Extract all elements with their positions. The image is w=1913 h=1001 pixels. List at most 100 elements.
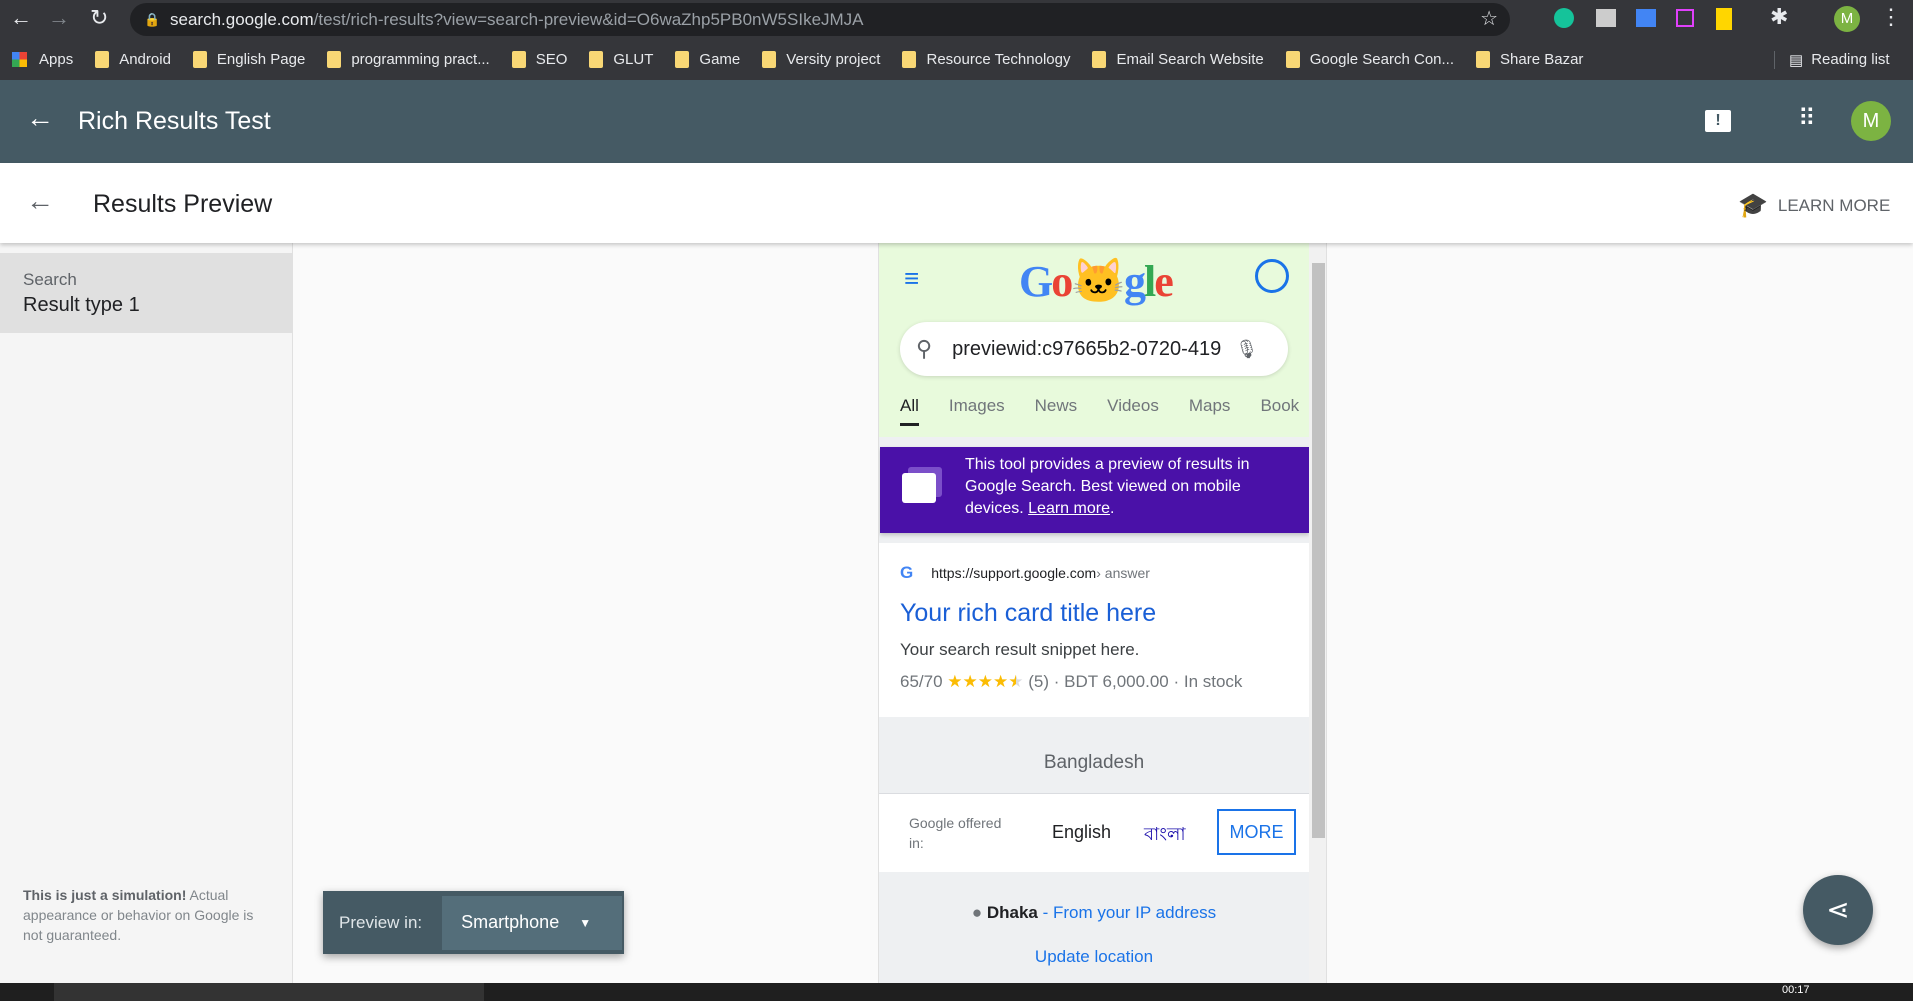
school-icon: 🎓 (1738, 192, 1768, 219)
browser-toolbar: ← → ↻ 🔒 search.google.com/test/rich-resu… (0, 0, 1913, 39)
extension-icon[interactable] (1596, 9, 1616, 27)
bookmark-label: SEO (535, 51, 568, 68)
bookmark-folder[interactable]: Share Bazar (1476, 51, 1583, 68)
results-preview-header: ← Results Preview 🎓 LEARN MORE (0, 163, 1913, 243)
scrollbar-thumb[interactable] (1312, 263, 1325, 838)
device-select[interactable]: Smartphone ▼ (442, 895, 623, 950)
preview-info-banner: This tool provides a preview of results … (880, 447, 1309, 533)
folder-icon (902, 51, 917, 68)
bookmark-label: Apps (39, 51, 74, 68)
menu-icon[interactable]: ⋮ (1880, 4, 1902, 30)
rating-stars-icon: ★★★★ (947, 672, 1009, 691)
feedback-icon[interactable]: ! (1705, 110, 1731, 132)
availability: · In stock (1173, 672, 1243, 691)
back-arrow-icon[interactable]: ← (26, 102, 54, 134)
location-dot-icon: ● (971, 903, 983, 922)
back-arrow-icon[interactable]: ← (26, 185, 54, 217)
app-title: Rich Results Test (78, 107, 271, 135)
bookmark-folder[interactable]: English Page (192, 51, 305, 68)
extension-icon[interactable] (1676, 9, 1694, 27)
back-icon[interactable]: ← (10, 5, 32, 31)
bookmark-label: Share Bazar (1500, 51, 1584, 68)
tab-maps[interactable]: Maps (1189, 396, 1231, 426)
translate-extension-icon[interactable] (1636, 9, 1656, 27)
search-query[interactable]: previewid:c97665b2-0720-419 (952, 338, 1221, 361)
bookmark-apps[interactable]: Apps (12, 51, 73, 68)
tab-all[interactable]: All (900, 396, 919, 426)
forward-icon[interactable]: → (48, 5, 70, 31)
bookmark-folder[interactable]: Google Search Con... (1285, 51, 1454, 68)
bookmark-label: GLUT (613, 51, 654, 68)
result-url[interactable]: https://support.google.com (931, 565, 1096, 581)
folder-icon (589, 51, 604, 68)
folder-icon (511, 51, 526, 68)
bookmark-folder[interactable]: GLUT (589, 51, 653, 68)
google-favicon-icon: G (900, 563, 914, 582)
half-star-icon: ★ (1008, 672, 1024, 691)
bookmark-folder[interactable]: Versity project (762, 51, 880, 68)
apps-grid-icon (12, 52, 27, 67)
taskbar-search[interactable] (54, 983, 484, 1001)
reload-icon[interactable]: ↻ (90, 5, 108, 31)
star-icon[interactable]: ☆ (1480, 3, 1498, 36)
grammarly-extension-icon[interactable] (1554, 8, 1574, 28)
sidebar: Search Result type 1 This is just a simu… (0, 243, 293, 983)
folder-icon (675, 51, 690, 68)
address-bar[interactable]: 🔒 search.google.com/test/rich-results?vi… (130, 3, 1510, 36)
scrollbar[interactable] (1309, 243, 1326, 983)
dropdown-arrow-icon: ▼ (579, 915, 592, 930)
banner-end: . (1109, 500, 1115, 517)
preview-device-bar: Preview in: Smartphone ▼ (323, 891, 624, 954)
account-avatar[interactable]: M (1851, 101, 1891, 141)
learn-more-button[interactable]: 🎓 LEARN MORE (1738, 191, 1890, 220)
taskbar-clock: 00:17 (1782, 984, 1810, 996)
bookmark-folder[interactable]: programming pract... (327, 51, 490, 68)
folder-icon (1285, 51, 1300, 68)
bookmark-folder[interactable]: Android (95, 51, 171, 68)
reading-list-label: Reading list (1811, 51, 1890, 68)
bookmark-label: Versity project (786, 51, 881, 68)
folder-icon (95, 51, 110, 68)
location-source-link[interactable]: - From your IP address (1043, 903, 1217, 922)
reading-list-icon: ▤ (1789, 51, 1804, 69)
apps-grid-icon[interactable]: ⠿ (1798, 104, 1816, 133)
location-row: ● Dhaka - From your IP address (879, 903, 1309, 923)
country-label: Bangladesh (1043, 752, 1145, 773)
language-english-link[interactable]: English (1052, 822, 1111, 843)
tab-news[interactable]: News (1035, 396, 1078, 426)
city: Dhaka (986, 903, 1038, 922)
learn-more-link[interactable]: Learn more (1028, 500, 1110, 517)
lock-icon: 🔒 (144, 12, 161, 27)
reading-list-button[interactable]: ▤ Reading list (1774, 50, 1890, 69)
language-bangla-link[interactable]: বাংলা (1144, 820, 1186, 851)
microphone-icon[interactable]: 🎙 (1235, 339, 1258, 360)
bookmark-folder[interactable]: Email Search Website (1092, 51, 1264, 68)
update-location-link[interactable]: Update location (879, 947, 1309, 967)
tab-images[interactable]: Images (949, 396, 1005, 426)
bookmark-folder[interactable]: SEO (511, 51, 568, 68)
bookmark-label: Email Search Website (1116, 51, 1264, 68)
preview-label: Preview in: (339, 912, 423, 932)
bookmark-folder[interactable]: Resource Technology (902, 51, 1070, 68)
google-header: ≡ Go🐱gle ⚲ previewid:c97665b2-0720-419 🎙… (879, 243, 1309, 437)
share-fab[interactable]: ⋖ (1803, 875, 1873, 945)
profile-avatar[interactable]: M (1834, 6, 1860, 32)
tab-books[interactable]: Book (1260, 396, 1299, 426)
app-header: ← Rich Results Test ! ⠿ M (0, 80, 1913, 163)
tab-videos[interactable]: Videos (1107, 396, 1159, 426)
folder-icon (1092, 51, 1107, 68)
puzzle-icon[interactable]: ✱ (1770, 4, 1788, 30)
preview-tool-icon (902, 473, 936, 503)
extension-icon[interactable] (1716, 8, 1732, 30)
folder-icon (1476, 51, 1491, 68)
bookmark-folder[interactable]: Game (675, 51, 740, 68)
result-title-link[interactable]: Your rich card title here (900, 599, 1309, 628)
account-circle-icon[interactable] (1255, 259, 1289, 293)
sidebar-item-result-type[interactable]: Search Result type 1 (0, 253, 293, 333)
hamburger-menu-icon[interactable]: ≡ (904, 263, 919, 294)
more-languages-button[interactable]: MORE (1217, 809, 1296, 855)
result-snippet: Your search result snippet here. (900, 640, 1140, 659)
search-box[interactable]: ⚲ previewid:c97665b2-0720-419 🎙 (900, 322, 1288, 376)
google-doodle-logo[interactable]: Go🐱gle (1019, 255, 1174, 307)
bookmark-label: programming pract... (351, 51, 490, 68)
